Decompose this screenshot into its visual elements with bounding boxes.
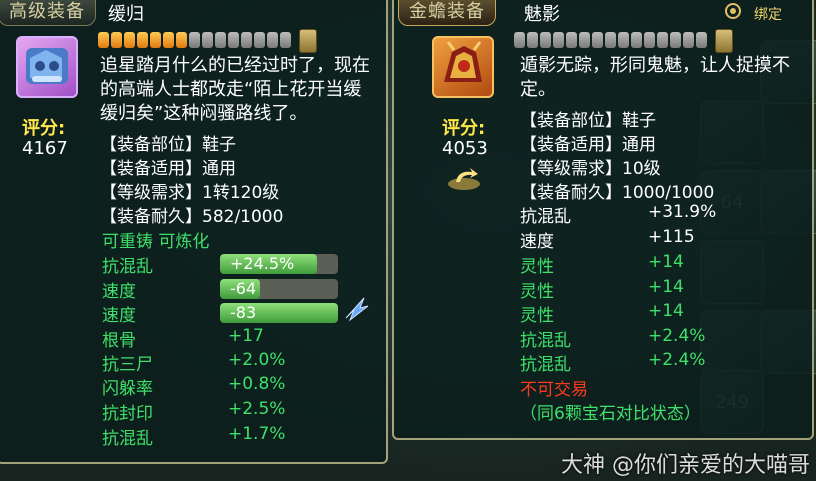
stat-value: +115 bbox=[648, 227, 695, 247]
star-icon bbox=[657, 32, 668, 48]
item-description: 追星踏月什么的已经过时了，现在 的高端人士都改走“陌上花开当缓 缓归矣”这种闷骚… bbox=[100, 55, 370, 124]
star-icon bbox=[592, 32, 603, 48]
stat-name: 抗封印 bbox=[102, 404, 153, 424]
stat-value: +2.4% bbox=[648, 326, 706, 346]
stat-value: +2.4% bbox=[648, 350, 706, 370]
stat-bar: -64 bbox=[220, 279, 338, 299]
stat-bar: -83 bbox=[220, 303, 338, 323]
star-rating bbox=[98, 29, 317, 53]
star-icon bbox=[189, 32, 200, 48]
star-icon bbox=[215, 32, 226, 48]
star-icon bbox=[124, 32, 135, 48]
attr-level: 【等级需求】1转120级 bbox=[100, 183, 280, 203]
bind-icon bbox=[724, 2, 742, 20]
attr-durability: 【装备耐久】1000/1000 bbox=[520, 183, 715, 203]
star-icon bbox=[228, 32, 239, 48]
attr-durability: 【装备耐久】582/1000 bbox=[100, 207, 284, 227]
stat-name: 速度 bbox=[520, 232, 554, 252]
stat-value: +14 bbox=[648, 301, 684, 321]
stat-name: 闪躲率 bbox=[102, 379, 153, 399]
score-label: 评分: bbox=[442, 118, 486, 139]
stat-value: +17 bbox=[228, 326, 264, 346]
star-icon bbox=[527, 32, 538, 48]
stat-name: 抗混乱 bbox=[520, 331, 571, 351]
stat-name: 灵性 bbox=[520, 306, 554, 326]
item-grade-tag: 金蟾装备 bbox=[398, 0, 496, 26]
item-tooltip-left: 高级装备 缓归 评分: 4167 追星踏月什么的已经过时了，现在 的高端人士都改… bbox=[0, 0, 388, 464]
star-icon bbox=[176, 32, 187, 48]
attr-level: 【等级需求】10级 bbox=[520, 159, 661, 179]
stat-name: 根骨 bbox=[102, 331, 136, 351]
extreme-badge-icon bbox=[344, 296, 370, 322]
stat-bar: +24.5% bbox=[220, 254, 338, 274]
stat-name: 灵性 bbox=[520, 257, 554, 277]
star-icon bbox=[631, 32, 642, 48]
stat-name: 抗混乱 bbox=[520, 355, 571, 375]
stat-value: +14 bbox=[648, 252, 684, 272]
star-icon bbox=[98, 32, 109, 48]
watermark: 大神 @你们亲爱的大喵哥 bbox=[561, 453, 810, 478]
star-icon bbox=[137, 32, 148, 48]
star-icon bbox=[150, 32, 161, 48]
stat-name: 速度 bbox=[102, 282, 136, 302]
stat-value: +0.8% bbox=[228, 374, 286, 394]
star-icon bbox=[254, 32, 265, 48]
item-name: 魅影 bbox=[524, 4, 560, 25]
star-icon bbox=[202, 32, 213, 48]
star-icon bbox=[540, 32, 551, 48]
stat-name: 抗混乱 bbox=[102, 257, 153, 277]
score-label: 评分: bbox=[22, 118, 66, 139]
star-icon bbox=[696, 32, 707, 48]
stat-value: +2.0% bbox=[228, 350, 286, 370]
star-icon bbox=[553, 32, 564, 48]
star-icon bbox=[163, 32, 174, 48]
stat-name: 抗混乱 bbox=[520, 207, 571, 227]
star-icon bbox=[566, 32, 577, 48]
star-icon bbox=[111, 32, 122, 48]
item-name: 缓归 bbox=[108, 4, 144, 25]
star-icon bbox=[644, 32, 655, 48]
star-cap-icon bbox=[715, 29, 733, 53]
star-icon bbox=[670, 32, 681, 48]
boots-item-icon[interactable] bbox=[432, 36, 494, 98]
star-icon bbox=[514, 32, 525, 48]
star-icon bbox=[579, 32, 590, 48]
bind-label: 绑定 bbox=[754, 7, 782, 23]
stat-name: 速度 bbox=[102, 306, 136, 326]
score-value: 4053 bbox=[442, 138, 488, 159]
refine-status: 可重铸 可炼化 bbox=[102, 232, 210, 252]
stat-value: +2.5% bbox=[228, 399, 286, 419]
score-value: 4167 bbox=[22, 138, 68, 159]
compare-link-icon[interactable] bbox=[446, 164, 482, 192]
stat-name: 灵性 bbox=[520, 282, 554, 302]
stat-value: +31.9% bbox=[648, 202, 717, 222]
star-cap-icon bbox=[299, 29, 317, 53]
star-icon bbox=[280, 32, 291, 48]
item-description: 遁影无踪，形同鬼魅，让人捉摸不 定。 bbox=[520, 55, 790, 100]
item-grade-tag: 高级装备 bbox=[0, 0, 96, 26]
stat-value: +1.7% bbox=[228, 424, 286, 444]
no-trade-label: 不可交易 bbox=[520, 380, 588, 400]
stat-value: +14 bbox=[648, 277, 684, 297]
attr-slot: 【装备部位】鞋子 bbox=[100, 135, 236, 155]
star-icon bbox=[241, 32, 252, 48]
attr-usage: 【装备适用】通用 bbox=[520, 135, 656, 155]
stat-name: 抗混乱 bbox=[102, 429, 153, 449]
boots-item-icon[interactable] bbox=[16, 36, 78, 98]
star-rating bbox=[514, 29, 733, 53]
item-tooltip-right: 金蟾装备 魅影 绑定 评分: 4053 遁影无踪，形同鬼魅，让人捉摸不 定。 【… bbox=[392, 0, 814, 440]
stat-name: 抗三尸 bbox=[102, 355, 153, 375]
attr-slot: 【装备部位】鞋子 bbox=[520, 111, 656, 131]
star-icon bbox=[618, 32, 629, 48]
star-icon bbox=[605, 32, 616, 48]
gem-compare-note: （同6颗宝石对比状态） bbox=[520, 404, 701, 424]
star-icon bbox=[683, 32, 694, 48]
attr-usage: 【装备适用】通用 bbox=[100, 159, 236, 179]
star-icon bbox=[267, 32, 278, 48]
